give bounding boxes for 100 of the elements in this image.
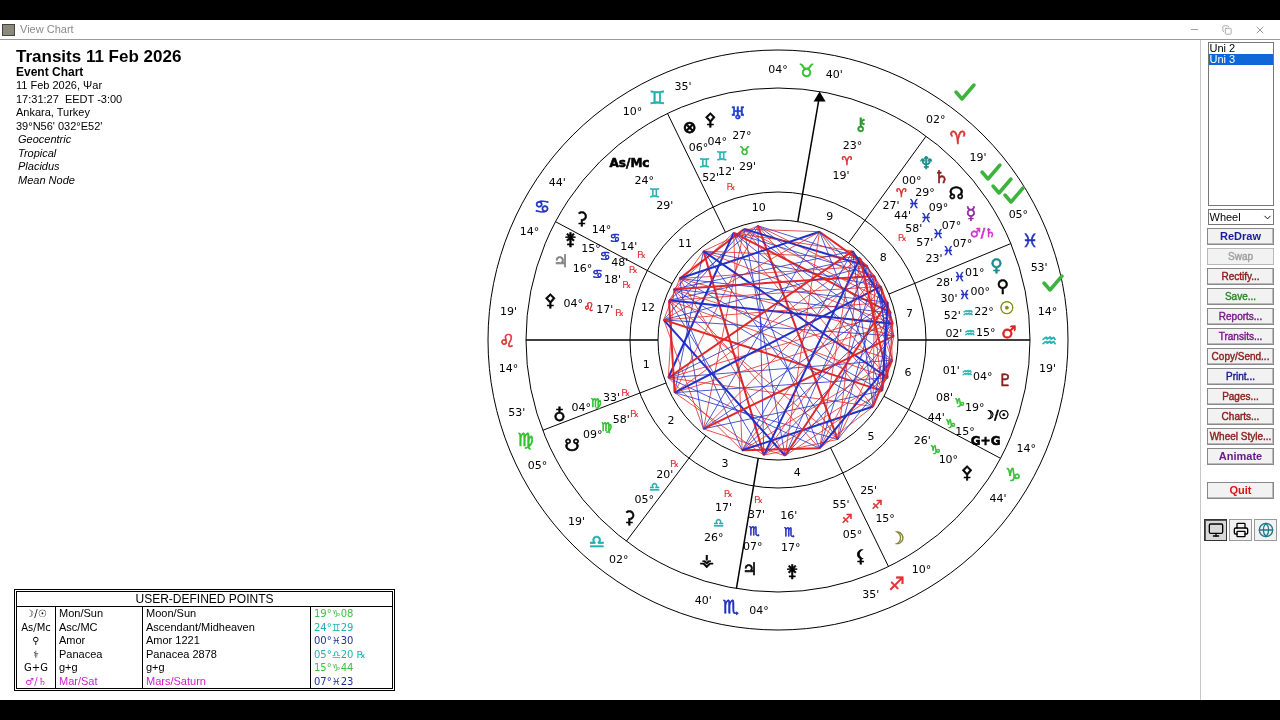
planet-glyph: ♁ <box>553 405 566 426</box>
sign-glyph: ♑ <box>929 443 941 458</box>
sign-glyph: ♌ <box>583 299 595 314</box>
planet-degree: 00° <box>970 284 990 298</box>
sign-glyph: ♈ <box>949 126 966 148</box>
action-button[interactable]: Animate <box>1207 448 1274 465</box>
action-button[interactable]: Copy/Send... <box>1207 348 1274 365</box>
planet-degree: 15° <box>976 326 996 340</box>
app-icon <box>2 23 15 36</box>
planet-degree: 04° <box>707 134 727 148</box>
cusp-minute: 44' <box>548 176 566 190</box>
planet-degree: 04° <box>973 369 993 383</box>
planet-minute: 55' <box>832 497 850 511</box>
planet-minute: 12' <box>718 165 736 179</box>
house-number: 9 <box>826 209 834 223</box>
retrograde-mark: ℞ <box>630 407 640 419</box>
output-button[interactable] <box>1204 519 1227 541</box>
sign-glyph: ♐ <box>871 497 883 512</box>
action-button[interactable]: ReDraw <box>1207 228 1274 245</box>
planet-degree: 26° <box>703 531 724 545</box>
planet-minute: 25' <box>860 484 878 498</box>
planet-glyph: ⊗ <box>682 116 697 137</box>
list-item[interactable]: Uni 2 <box>1208 43 1273 54</box>
cusp-minute: 19' <box>1039 361 1057 375</box>
cusp-minute: 35' <box>862 588 880 602</box>
house-number: 1 <box>642 357 650 371</box>
action-button[interactable]: Rectify... <box>1207 268 1274 285</box>
action-button[interactable]: Reports... <box>1207 308 1274 325</box>
planet-glyph: ⚵ <box>564 228 577 249</box>
planet-glyph: ☊ <box>948 183 964 204</box>
retrograde-mark: ℞ <box>723 487 733 499</box>
retrograde-mark: ℞ <box>726 180 736 192</box>
view-dropdown[interactable]: Wheel <box>1207 209 1274 225</box>
table-cell: Ascendant/Midheaven <box>143 620 311 634</box>
chart-detail: Tropical <box>17 146 58 160</box>
cusp-degree: 10° <box>911 563 932 577</box>
planet-degree: 10° <box>938 452 959 466</box>
sign-glyph: ♍ <box>591 395 602 410</box>
planet-glyph: ⚳ <box>623 506 636 527</box>
action-button[interactable]: Wheel Style... <box>1207 428 1274 445</box>
cusp-minute: 44' <box>989 491 1007 505</box>
table-cell-text: 05°♎20 ℞ <box>313 647 367 661</box>
sign-glyph: ♓ <box>932 227 944 242</box>
sign-glyph: ♎ <box>713 515 725 530</box>
retrograde-mark: ℞ <box>897 232 907 244</box>
planet-glyph: ♅ <box>730 102 746 123</box>
sign-glyph: ♒ <box>964 326 976 341</box>
table-cell: Mars/Saturn <box>143 674 311 688</box>
action-button[interactable]: Save... <box>1207 288 1274 305</box>
planet-degree: 22° <box>974 304 994 318</box>
planet-minute: 48' <box>611 256 629 270</box>
planet-minute: 17' <box>596 302 614 316</box>
sign-glyph: ♏ <box>784 524 796 539</box>
table-cell: Mon/Sun <box>56 607 143 621</box>
planet-degree: 29° <box>915 186 935 200</box>
planet-glyph: ☉ <box>999 297 1015 318</box>
chart-detail: 39°N56' 032°E52' <box>16 119 104 133</box>
house-number: 10 <box>751 200 766 214</box>
sign-glyph: ♑ <box>945 417 956 432</box>
planet-minute: 19' <box>832 169 850 183</box>
action-button[interactable]: Transits... <box>1207 328 1274 345</box>
planet-degree: 07° <box>742 539 763 553</box>
sign-glyph: ♑ <box>1005 463 1022 485</box>
planet-minute: 02' <box>945 327 963 341</box>
planet-minute: 58' <box>905 221 923 235</box>
action-button[interactable]: Quit <box>1207 482 1274 499</box>
planet-glyph: ☽/☉ <box>983 408 1010 423</box>
planet-degree: 19° <box>964 401 985 415</box>
planet-glyph: ☿ <box>965 202 976 223</box>
sign-glyph: ♍ <box>601 420 613 435</box>
planet-glyph: ⚷ <box>854 114 867 135</box>
planet-minute: 29' <box>656 198 674 212</box>
house-number: 11 <box>677 237 692 251</box>
check-icon <box>1003 186 1025 204</box>
sign-glyph: ♓ <box>959 288 971 303</box>
planet-minute: 44' <box>927 410 945 424</box>
planet-minute: 26' <box>913 434 931 448</box>
chart-detail: Ankara, Turkey <box>16 106 91 120</box>
sign-glyph: ♓ <box>908 197 920 212</box>
cusp-degree: 05° <box>527 458 548 472</box>
list-item[interactable]: Uni 3 <box>1208 54 1273 65</box>
table-cell-text: 24°♊29 <box>313 620 355 634</box>
check-icon <box>991 177 1013 195</box>
planet-minute: 52' <box>702 170 720 184</box>
check-icon <box>980 163 1002 181</box>
sign-glyph: ♊ <box>649 185 660 200</box>
output-button[interactable] <box>1229 519 1252 541</box>
planet-glyph: ☽ <box>889 528 905 548</box>
sign-glyph: ♋ <box>592 267 603 282</box>
planet-degree: 04° <box>563 297 583 311</box>
planet-minute: 52' <box>943 309 961 322</box>
planet-minute: 01' <box>942 364 960 378</box>
sign-glyph: ♐ <box>888 573 905 595</box>
action-button[interactable]: Print... <box>1207 368 1274 385</box>
action-button[interactable]: Charts... <box>1207 408 1274 425</box>
planet-glyph: ⚶ <box>699 549 714 570</box>
planet-glyph: ⚲ <box>996 276 1009 297</box>
planet-degree: 09° <box>582 427 603 441</box>
planet-degree: 00° <box>901 174 922 188</box>
action-button[interactable]: Pages... <box>1207 388 1274 405</box>
